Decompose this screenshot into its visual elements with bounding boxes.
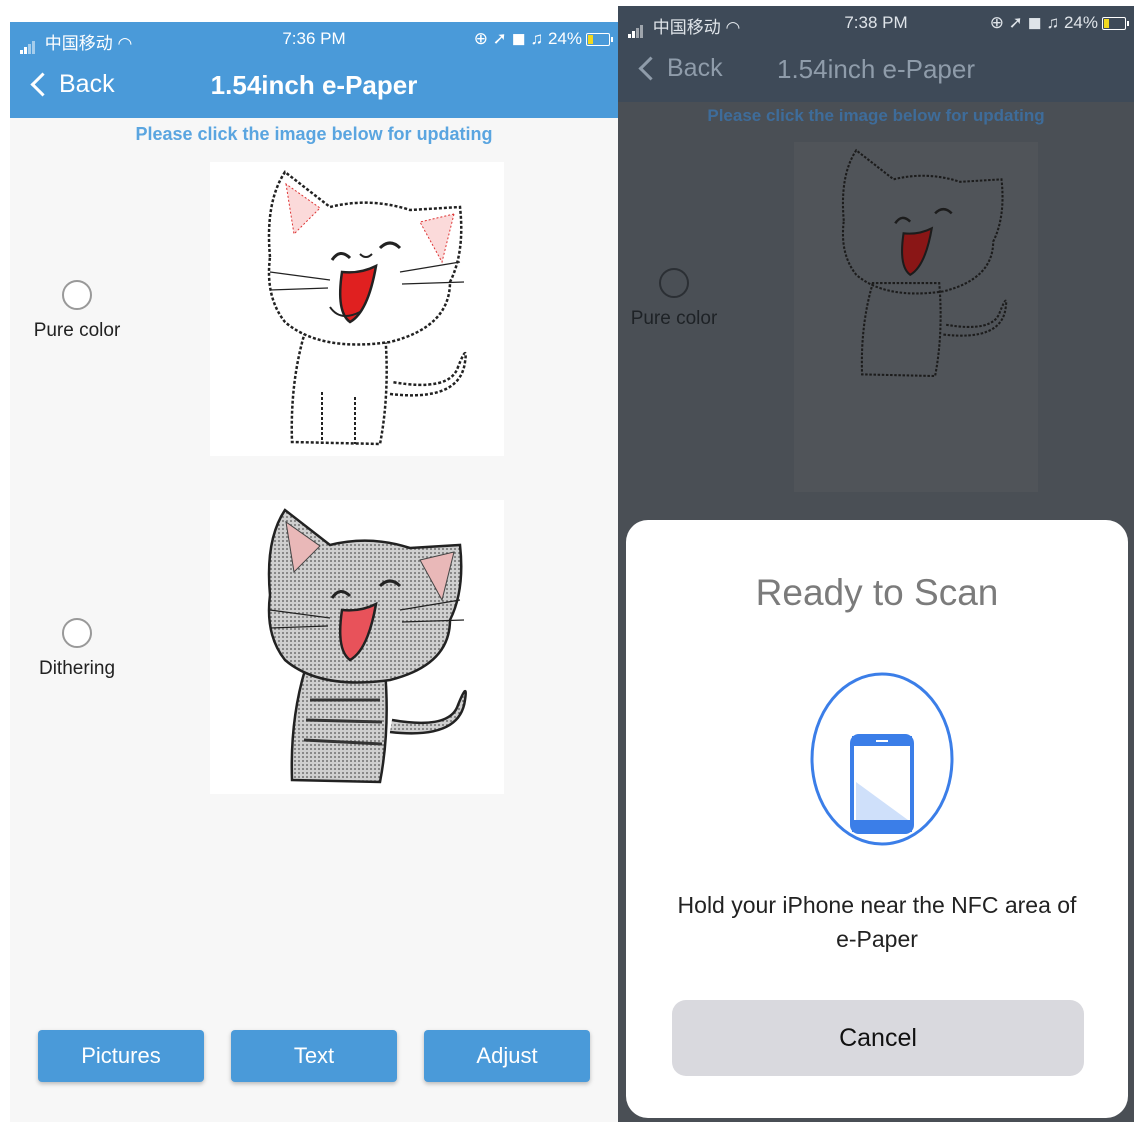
battery-icon (586, 33, 613, 46)
update-hint: Please click the image below for updatin… (135, 124, 493, 144)
pure-color-label: Pure color (33, 320, 121, 341)
status-bar: 中国移动 ◠ 7:36 PM ⊕ ➚ ◼ ♫ 24% (10, 22, 618, 56)
nfc-scan-sheet: Ready to Scan Hold your iPhone near the … (626, 520, 1128, 1118)
option-pure-color: Pure color (626, 268, 722, 330)
status-indicators: ⊕ ➚ ◼ ♫ 24% (473, 29, 582, 48)
cat-illustration-dithered (267, 508, 467, 784)
scan-screen: 中国移动 ◠ 7:38 PM ⊕ ➚ ◼ ♫ 24% Back 1.54inch… (618, 6, 1134, 1122)
option-dithering[interactable]: Dithering (24, 618, 130, 680)
page-title: 1.54inch e-Paper (776, 54, 976, 84)
cat-illustration (267, 170, 467, 446)
adjust-button[interactable]: Adjust (424, 1030, 590, 1082)
pure-color-cat-image[interactable] (210, 162, 504, 456)
battery-icon (1102, 17, 1129, 30)
dithering-radio[interactable] (62, 618, 92, 648)
sheet-message: Hold your iPhone near the NFC area of e-… (677, 892, 1077, 952)
pure-color-radio (659, 268, 689, 298)
pictures-button[interactable]: Pictures (38, 1030, 204, 1082)
phone-scan-icon (810, 672, 954, 846)
dithering-cat-image[interactable] (210, 500, 504, 794)
cancel-button[interactable]: Cancel (672, 1000, 1084, 1076)
pure-color-label: Pure color (630, 308, 718, 329)
cat-illustration (841, 148, 1008, 378)
sheet-title: Ready to Scan (755, 572, 999, 613)
text-button[interactable]: Text (231, 1030, 397, 1082)
page-title: 1.54inch e-Paper (210, 70, 418, 100)
status-bar-right: 中国移动 ◠ 7:38 PM ⊕ ➚ ◼ ♫ 24% (618, 6, 1134, 40)
option-pure-color[interactable]: Pure color (24, 280, 130, 342)
status-indicators: ⊕ ➚ ◼ ♫ 24% (989, 13, 1098, 32)
dithering-label: Dithering (38, 658, 116, 679)
pure-color-cat-image-dimmed (794, 142, 1038, 492)
update-hint: Please click the image below for updatin… (707, 106, 1045, 125)
main-screen: 中国移动 ◠ 7:36 PM ⊕ ➚ ◼ ♫ 24% Back 1.54inch… (10, 22, 618, 1122)
pure-color-radio[interactable] (62, 280, 92, 310)
nav-bar-right: Back 1.54inch e-Paper (618, 40, 1134, 102)
nav-bar: Back 1.54inch e-Paper (10, 56, 618, 118)
